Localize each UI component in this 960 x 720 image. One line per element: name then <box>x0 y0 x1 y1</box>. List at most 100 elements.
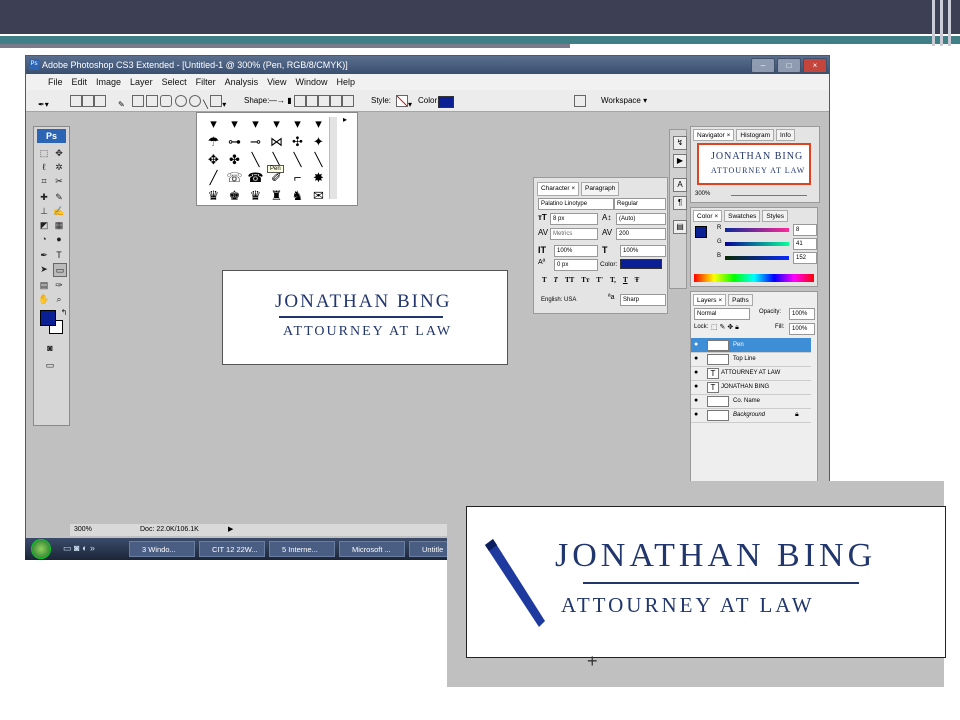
type-tool-icon[interactable]: T <box>53 249 65 261</box>
marquee-icon[interactable]: ⬚ <box>38 147 50 159</box>
b-slider[interactable] <box>725 256 789 260</box>
menu-view[interactable]: View <box>267 74 286 90</box>
tab-swatches[interactable]: Swatches <box>724 210 761 222</box>
layer-row[interactable]: ● Pen <box>691 338 811 353</box>
r-value[interactable]: 8 <box>793 224 817 236</box>
quick-launch-icons[interactable]: ▭ ◙ ◐ » <box>63 543 95 554</box>
layer-row[interactable]: ● Co. Name <box>691 394 811 409</box>
menu-window[interactable]: Window <box>295 74 327 90</box>
font-style-select[interactable]: Regular <box>614 198 666 210</box>
star-shape-icon[interactable]: ✸ <box>308 169 329 187</box>
slice-icon[interactable]: ✂ <box>53 175 65 187</box>
healing-brush-icon[interactable]: ✚ <box>38 191 50 203</box>
style-picker[interactable]: ▾ <box>396 94 412 109</box>
shape-item[interactable]: ▾ <box>203 115 224 133</box>
line-shape-icon[interactable]: ╲ <box>287 151 308 169</box>
palette-well-icon[interactable] <box>574 94 586 107</box>
taskbar-item[interactable]: Microsoft ... <box>339 541 405 557</box>
eye-icon[interactable]: ● <box>694 380 702 394</box>
menu-filter[interactable]: Filter <box>196 74 216 90</box>
text-color-swatch[interactable] <box>620 259 662 269</box>
shape-layers-icon[interactable] <box>70 94 106 107</box>
chess-shape-icon[interactable]: ♜ <box>266 187 287 205</box>
paragraph-panel-icon[interactable]: ¶ <box>673 196 687 210</box>
font-size-field[interactable]: 8 px <box>550 213 598 225</box>
horizontal-scale-field[interactable]: 100% <box>620 245 666 257</box>
character-panel-icon[interactable]: A <box>673 178 687 192</box>
brush-icon[interactable]: ✎ <box>53 191 65 203</box>
minimize-button[interactable]: – <box>751 58 775 73</box>
blur-icon[interactable]: ◔ <box>38 233 50 245</box>
shape-tool-icon[interactable]: ▭ <box>53 263 67 277</box>
navigator-zoom[interactable]: 300% <box>695 191 710 197</box>
color-fg-swatch[interactable] <box>695 226 707 238</box>
umbrella-shape-icon[interactable]: ☂ <box>203 133 224 151</box>
menu-analysis[interactable]: Analysis <box>225 74 259 90</box>
layer-comps-icon[interactable]: ▤ <box>673 220 687 234</box>
underline-button[interactable]: T <box>623 276 628 284</box>
shape-tools-icons[interactable]: ╲ ▾ <box>132 94 226 109</box>
tab-info[interactable]: Info <box>776 129 795 141</box>
screen-mode-icon[interactable]: ▭ <box>44 359 56 371</box>
menu-image[interactable]: Image <box>96 74 121 90</box>
b-value[interactable]: 152 <box>793 252 817 264</box>
phone-shape-icon[interactable]: ☎ <box>245 169 266 187</box>
menu-help[interactable]: Help <box>336 74 355 90</box>
all-caps-button[interactable]: TT <box>565 276 574 284</box>
r-slider[interactable] <box>725 228 789 232</box>
shape-picker-button[interactable]: —→ ▮ <box>269 94 292 107</box>
tool-preset-icon[interactable]: ✒▾ <box>38 94 49 109</box>
start-button[interactable] <box>31 539 51 559</box>
envelope-shape-icon[interactable]: ✉ <box>308 187 329 205</box>
picker-menu-icon[interactable]: ▸ <box>343 115 347 124</box>
layer-row[interactable]: ● T JONATHAN BING <box>691 380 811 395</box>
navigator-thumbnail[interactable]: JONATHAN BING ATTOURNEY AT LAW <box>697 143 811 185</box>
phone-shape-icon[interactable]: ☏ <box>224 169 245 187</box>
hand-icon[interactable]: ✋ <box>38 293 50 305</box>
clone-stamp-icon[interactable]: ⊥ <box>38 205 50 217</box>
zoom-level[interactable]: 300% <box>74 524 92 536</box>
opacity-field[interactable]: 100% <box>789 308 815 320</box>
puzzle-shape-icon[interactable]: ✦ <box>308 133 329 151</box>
kerning-field[interactable]: Metrics <box>550 228 598 240</box>
subscript-button[interactable]: T, <box>610 276 616 284</box>
shape-picker-scrollbar[interactable] <box>329 117 337 199</box>
swap-colors-icon[interactable]: ↰ <box>58 307 70 319</box>
crop-icon[interactable]: ⌗ <box>38 175 50 187</box>
puzzle-shape-icon[interactable]: ✣ <box>287 133 308 151</box>
puzzle-shape-icon[interactable]: ✤ <box>224 151 245 169</box>
tab-color[interactable]: Color × <box>693 210 723 222</box>
layer-row[interactable]: ● Background 🔒︎ <box>691 408 811 423</box>
notes-icon[interactable]: ▤ <box>38 279 50 291</box>
blend-mode-select[interactable]: Normal <box>694 308 750 320</box>
g-value[interactable]: 41 <box>793 238 817 250</box>
key-shape-icon[interactable]: ⊸ <box>245 133 266 151</box>
history-brush-icon[interactable]: ✍ <box>53 205 65 217</box>
tab-styles[interactable]: Styles <box>762 210 789 222</box>
shape-item[interactable]: ▾ <box>224 115 245 133</box>
leading-field[interactable]: (Auto) <box>616 213 666 225</box>
shape-item[interactable]: ▾ <box>245 115 266 133</box>
path-ops-icons[interactable] <box>294 94 354 107</box>
maximize-button[interactable]: □ <box>777 58 801 73</box>
dodge-icon[interactable]: ● <box>53 233 65 245</box>
menu-file[interactable]: File <box>48 74 63 90</box>
superscript-button[interactable]: T' <box>596 276 603 284</box>
faux-bold-button[interactable]: T <box>542 276 547 284</box>
tab-layers[interactable]: Layers × <box>693 294 727 306</box>
eye-icon[interactable]: ● <box>694 338 702 352</box>
tab-histogram[interactable]: Histogram <box>736 129 775 141</box>
navigator-zoom-slider[interactable] <box>731 195 807 196</box>
close-button[interactable]: × <box>803 58 827 73</box>
tab-paragraph[interactable]: Paragraph <box>581 182 620 196</box>
eye-icon[interactable]: ● <box>694 366 702 380</box>
lasso-icon[interactable]: ℓ <box>38 161 50 173</box>
tab-paths[interactable]: Paths <box>728 294 753 306</box>
fill-field[interactable]: 100% <box>789 323 815 335</box>
menu-layer[interactable]: Layer <box>130 74 153 90</box>
actions-panel-icon[interactable]: ▶ <box>673 154 687 168</box>
taskbar-item[interactable]: 5 Interne... <box>269 541 335 557</box>
crown-shape-icon[interactable]: ♛ <box>245 187 266 205</box>
shape-item[interactable]: ▾ <box>287 115 308 133</box>
gradient-icon[interactable]: ▦ <box>53 219 65 231</box>
